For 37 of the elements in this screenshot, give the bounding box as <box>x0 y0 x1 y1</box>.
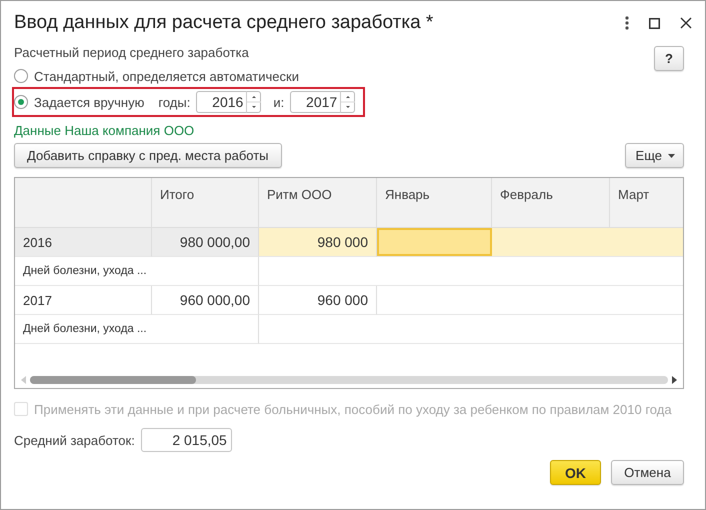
radio-label: Стандартный, определяется автоматически <box>34 68 299 84</box>
column-header[interactable]: Январь <box>377 178 492 228</box>
more-button[interactable]: Еще <box>624 143 684 168</box>
ok-button[interactable]: OK <box>550 460 601 485</box>
average-label: Средний заработок: <box>14 432 135 448</box>
add-certificate-button[interactable]: Добавить справку с пред. места работы <box>14 143 282 168</box>
radio-button[interactable] <box>14 95 28 109</box>
caret-icon <box>668 154 675 158</box>
years-label: годы: <box>158 94 190 110</box>
radio-button[interactable] <box>14 69 28 83</box>
table-cell: 960 000,00 <box>152 286 259 315</box>
window-title: Ввод данных для расчета среднего заработка * <box>14 12 434 34</box>
column-header[interactable]: Февраль <box>492 178 610 228</box>
scroll-right-icon[interactable] <box>672 376 677 384</box>
year-field[interactable]: 2017 <box>290 91 340 113</box>
year-field[interactable]: 2016 <box>196 91 246 113</box>
table-cell: Дней болезни, ухода ... <box>15 315 259 344</box>
maximize-icon[interactable] <box>649 18 660 28</box>
section-label: Расчетный период среднего заработка <box>14 45 250 60</box>
help-button[interactable]: ? <box>654 46 684 71</box>
table-cell: 2017 <box>15 286 152 315</box>
close-icon[interactable] <box>680 17 692 29</box>
column-header[interactable]: Март <box>610 178 683 228</box>
table-cell: Дней болезни, ухода ... <box>15 257 259 286</box>
radio-label: Задается вручную <box>34 94 144 110</box>
column-header[interactable]: Итого <box>152 178 259 228</box>
more-icon[interactable] <box>625 16 629 30</box>
checkbox-label: Применять эти данные и при расчете больничных, пособий по уходу за ребенком по правилам 2010 года <box>34 402 672 416</box>
and-label: и: <box>273 94 284 110</box>
table-cell: 960 000 <box>259 286 377 315</box>
average-field[interactable]: 2 015,05 <box>140 428 232 452</box>
table-cell: 980 000,00 <box>152 228 259 257</box>
company-link[interactable]: Данные Наша компания ООО <box>14 123 654 138</box>
column-header[interactable]: Ритм ООО <box>259 178 377 228</box>
table-cell: 980 000 <box>259 228 377 257</box>
table-cell: 2016 <box>15 228 152 257</box>
cancel-button[interactable]: Отмена <box>611 460 684 485</box>
